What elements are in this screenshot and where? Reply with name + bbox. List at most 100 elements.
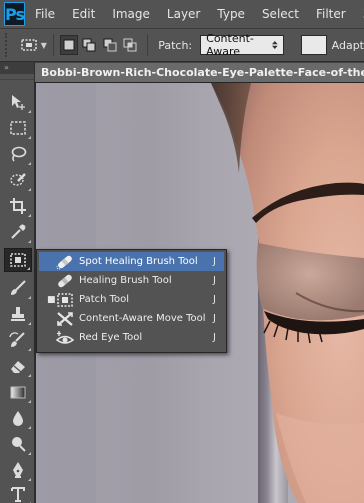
red-eye-icon — [55, 330, 75, 346]
menu-image[interactable]: Image — [112, 7, 150, 21]
pen-icon — [13, 462, 23, 478]
corner-arrow — [28, 188, 31, 191]
corner-arrow — [28, 348, 31, 351]
move-icon — [12, 95, 25, 110]
shortcut-key: J — [213, 294, 216, 305]
divider — [147, 34, 149, 56]
corner-arrow — [28, 374, 31, 377]
corner-arrow — [28, 322, 31, 325]
blur-drop-icon — [13, 411, 23, 426]
flyout-item-content-aware-move[interactable]: Content-Aware Move Tool J — [39, 309, 224, 328]
corner-arrow — [28, 162, 31, 165]
tool-preset-picker[interactable]: ▼ — [18, 33, 47, 57]
patch-tool[interactable] — [4, 248, 32, 272]
flyout-item-label: Content-Aware Move Tool — [79, 313, 206, 324]
corner-arrow — [28, 426, 31, 429]
options-bar: ▼ Patch: Content-Aware Adapt — [0, 29, 364, 62]
intersect-selection-icon — [123, 38, 137, 52]
eraser-tool[interactable] — [4, 354, 32, 378]
corner-arrow — [28, 452, 31, 455]
stepper-arrows-icon — [271, 40, 278, 50]
flyout-item-label: Red Eye Tool — [79, 332, 143, 343]
shortcut-key: J — [213, 332, 216, 343]
brush-icon — [11, 280, 26, 295]
pen-tool[interactable] — [4, 458, 32, 482]
marquee-icon — [10, 121, 26, 135]
healing-brush-icon — [55, 273, 75, 289]
adaptation-label: Adapt — [331, 38, 364, 52]
options-bar-grip[interactable] — [5, 33, 12, 57]
corner-arrow — [28, 136, 31, 139]
patch-icon — [55, 292, 75, 308]
menu-select[interactable]: Select — [262, 7, 299, 21]
selected-bullet: ■ — [47, 294, 56, 305]
corner-arrow — [28, 400, 31, 403]
panel-grip[interactable] — [0, 74, 34, 80]
shortcut-key: J — [213, 256, 216, 267]
flyout-item-patch[interactable]: ■ Patch Tool J — [39, 290, 224, 309]
dodge-icon — [12, 437, 26, 452]
blur-tool[interactable] — [4, 406, 32, 430]
dodge-tool[interactable] — [4, 432, 32, 456]
patch-icon — [20, 39, 37, 51]
flyout-item-red-eye[interactable]: Red Eye Tool J — [39, 328, 224, 347]
gradient-icon — [10, 386, 26, 399]
corner-arrow — [28, 240, 31, 243]
quick-selection-icon — [10, 173, 26, 186]
menu-layer[interactable]: Layer — [167, 7, 200, 21]
patch-icon — [10, 253, 26, 267]
divider — [53, 34, 55, 56]
document-tab-bar: Bobbi-Brown-Rich-Chocolate-Eye-Palette-F… — [35, 62, 364, 83]
intersect-selection-button[interactable] — [121, 35, 138, 55]
clone-stamp-tool[interactable] — [4, 302, 32, 326]
crop-icon — [10, 198, 26, 214]
corner-arrow — [28, 478, 31, 481]
history-brush-tool[interactable] — [4, 328, 32, 352]
menu-file[interactable]: File — [35, 7, 55, 21]
move-tool[interactable] — [4, 90, 32, 114]
healing-tools-flyout: Spot Healing Brush Tool J Healing Brush … — [36, 249, 227, 353]
add-selection-icon — [82, 38, 96, 52]
corner-arrow — [27, 267, 30, 270]
rectangular-marquee-tool[interactable] — [4, 116, 32, 140]
flyout-item-spot-healing-brush[interactable]: Spot Healing Brush Tool J — [39, 252, 224, 271]
menu-filter[interactable]: Filter — [316, 7, 346, 21]
patch-mode-select[interactable]: Content-Aware — [200, 32, 284, 58]
chevron-down-icon: ▼ — [40, 40, 47, 50]
photoshop-logo: Ps — [4, 2, 25, 26]
menu-bar: Ps File Edit Image Layer Type Select Fil… — [0, 0, 364, 29]
eraser-icon — [11, 361, 25, 373]
eyedropper-tool[interactable] — [4, 220, 32, 244]
flyout-item-healing-brush[interactable]: Healing Brush Tool J — [39, 271, 224, 290]
new-selection-icon — [63, 39, 75, 51]
document-tab[interactable]: Bobbi-Brown-Rich-Chocolate-Eye-Palette-F… — [35, 63, 364, 82]
flyout-item-label: Patch Tool — [79, 294, 130, 305]
subtract-from-selection-button[interactable] — [101, 35, 118, 55]
flyout-item-label: Healing Brush Tool — [79, 275, 172, 286]
menu-edit[interactable]: Edit — [72, 7, 95, 21]
menu-type[interactable]: Type — [217, 7, 245, 21]
flyout-item-label: Spot Healing Brush Tool — [79, 256, 198, 267]
subtract-selection-icon — [103, 38, 117, 52]
brush-tool[interactable] — [4, 276, 32, 300]
shortcut-key: J — [213, 313, 216, 324]
new-selection-button[interactable] — [60, 35, 78, 55]
collapse-panel-button[interactable]: » — [0, 62, 34, 74]
type-tool[interactable] — [4, 482, 32, 503]
add-to-selection-button[interactable] — [81, 35, 98, 55]
eyedropper-icon — [11, 224, 26, 239]
corner-arrow — [28, 110, 31, 113]
gradient-tool[interactable] — [4, 380, 32, 404]
history-brush-icon — [9, 332, 25, 347]
lasso-tool[interactable] — [4, 142, 32, 166]
patch-mode-value: Content-Aware — [206, 32, 254, 58]
spot-healing-brush-icon — [55, 254, 75, 270]
adaptation-field[interactable] — [300, 35, 327, 55]
stamp-icon — [11, 307, 25, 321]
tools-panel: » — [0, 62, 35, 503]
crop-tool[interactable] — [4, 194, 32, 218]
quick-selection-tool[interactable] — [4, 168, 32, 192]
type-icon — [11, 487, 25, 502]
corner-arrow — [28, 296, 31, 299]
corner-arrow — [28, 214, 31, 217]
